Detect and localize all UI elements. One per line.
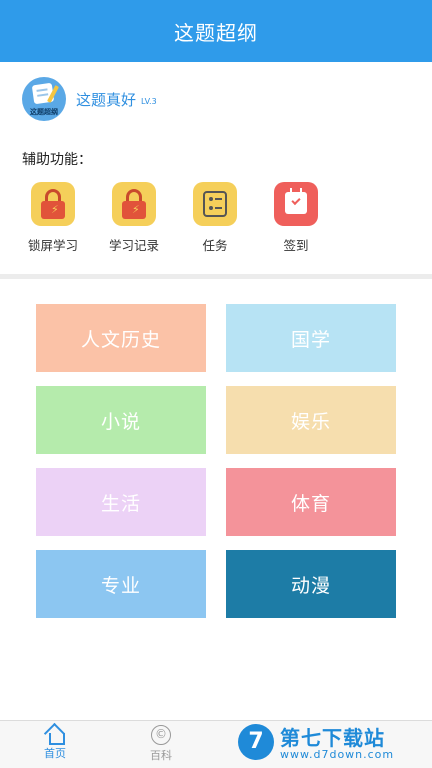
- level-badge: LV.3: [141, 96, 157, 106]
- tool-label: 锁屏学习: [27, 238, 78, 253]
- category-label: 动漫: [290, 574, 331, 597]
- category-label: 人文历史: [80, 328, 161, 351]
- app-header: 这题超纲: [0, 0, 432, 62]
- category-label: 体育: [290, 492, 331, 515]
- category-tile[interactable]: 国学: [226, 304, 396, 372]
- lock-icon: ⚡: [31, 182, 75, 226]
- watermark-title: 第七下载站: [280, 726, 385, 750]
- watermark-url: www.d7down.com: [280, 748, 395, 761]
- category-tile[interactable]: 娱乐: [226, 386, 396, 454]
- tool-label: 任务: [202, 238, 228, 253]
- tools-row: ⚡ 锁屏学习 ⚡ 学习记录 任务 签到: [24, 182, 404, 256]
- tools-section-title: 辅助功能：: [22, 152, 92, 168]
- nav-encyclopedia[interactable]: © 百科: [131, 725, 191, 763]
- nav-label: 首页: [44, 747, 66, 760]
- avatar[interactable]: 这题超纲: [22, 77, 66, 121]
- category-tile[interactable]: 体育: [226, 468, 396, 536]
- category-tile[interactable]: 人文历史: [36, 304, 206, 372]
- task-list-icon: [193, 182, 237, 226]
- watermark: 7 第七下载站 www.d7down.com: [238, 722, 428, 766]
- tool-label: 学习记录: [108, 238, 159, 253]
- tool-lock-screen-study[interactable]: ⚡ 锁屏学习: [22, 182, 84, 254]
- category-tile[interactable]: 动漫: [226, 550, 396, 618]
- section-divider: [0, 274, 432, 279]
- tool-study-record[interactable]: ⚡ 学习记录: [103, 182, 165, 254]
- category-label: 小说: [100, 410, 141, 433]
- category-tile[interactable]: 专业: [36, 550, 206, 618]
- calendar-check-icon: [274, 182, 318, 226]
- avatar-logo-text: 这题超纲: [30, 108, 58, 116]
- tool-label: 签到: [283, 238, 309, 253]
- category-label: 国学: [290, 328, 331, 351]
- nav-home[interactable]: 首页: [25, 725, 85, 761]
- lock-icon: ⚡: [112, 182, 156, 226]
- tool-check-in[interactable]: 签到: [265, 182, 327, 254]
- category-label: 专业: [100, 574, 141, 597]
- user-profile[interactable]: 这题超纲 这题真好 LV.3: [22, 77, 157, 121]
- category-tile[interactable]: 生活: [36, 468, 206, 536]
- nav-label: 百科: [150, 749, 172, 762]
- username[interactable]: 这题真好: [76, 89, 136, 110]
- category-tile[interactable]: 小说: [36, 386, 206, 454]
- watermark-logo: 7: [238, 724, 274, 760]
- tool-tasks[interactable]: 任务: [184, 182, 246, 254]
- copyright-icon: ©: [151, 725, 171, 745]
- page-title: 这题超纲: [174, 20, 258, 45]
- category-label: 娱乐: [290, 410, 331, 433]
- category-label: 生活: [100, 492, 141, 515]
- home-icon: [45, 725, 65, 745]
